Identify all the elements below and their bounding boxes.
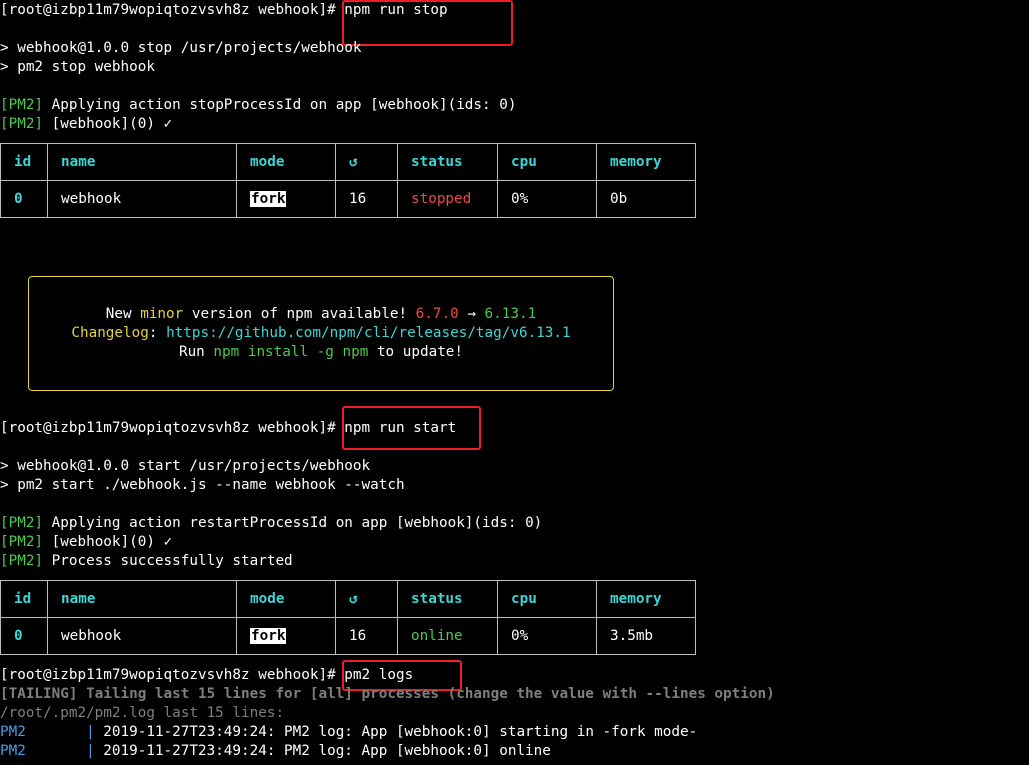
cell-name: webhook (47, 180, 237, 218)
mode-badge: fork (250, 191, 287, 207)
col-name: name (47, 143, 237, 181)
pm2-tag: [PM2] (0, 97, 44, 113)
cell-memory: 0b (596, 180, 696, 218)
cell-cpu: 0% (497, 180, 597, 218)
highlight-box-start (342, 406, 481, 450)
log-text: 2019-11-27T23:49:24: PM2 log: App [webho… (103, 724, 698, 740)
changelog-link[interactable]: https://github.com/npm/cli/releases/tag/… (166, 325, 571, 341)
mode-badge: fork (250, 628, 287, 644)
col-memory: memory (596, 580, 696, 618)
cell-name: webhook (47, 617, 237, 655)
cell-mode: fork (236, 617, 336, 655)
table-header-row: id name mode ↺ status cpu memory (0, 580, 696, 618)
table-row: 0 webhook fork 16 online 0% 3.5mb (0, 617, 696, 655)
pm2-tag: [PM2] (0, 534, 44, 550)
pm2-log-line: [PM2] Applying action stopProcessId on a… (0, 97, 517, 113)
pm2-tag: [PM2] (0, 553, 44, 569)
col-id: id (0, 580, 48, 618)
cell-restarts: 16 (335, 180, 398, 218)
cell-id: 0 (0, 617, 48, 655)
pm2-log-line: [PM2] Applying action restartProcessId o… (0, 515, 543, 531)
prompt-symbol: # (327, 667, 336, 683)
col-mode: mode (236, 143, 336, 181)
col-cpu: cpu (497, 580, 597, 618)
log-text: 2019-11-27T23:49:24: PM2 log: App [webho… (103, 743, 551, 759)
npm-update-notice: New minor version of npm available! 6.7.… (28, 276, 614, 391)
script-line: > webhook@1.0.0 start /usr/projects/webh… (0, 458, 371, 474)
cell-status: stopped (397, 180, 498, 218)
col-status: status (397, 143, 498, 181)
pm2-tag: [PM2] (0, 515, 44, 531)
cell-id: 0 (0, 180, 48, 218)
pm2-log-line: [PM2] [webhook](0) ✓ (0, 116, 173, 132)
logfile-line: /root/.pm2/pm2.log last 15 lines: (0, 705, 285, 721)
pm2-log-line: [PM2] [webhook](0) ✓ (0, 534, 173, 550)
cell-mode: fork (236, 180, 336, 218)
col-status: status (397, 580, 498, 618)
log-source: PM2 (0, 724, 26, 740)
script-line: > pm2 stop webhook (0, 59, 155, 75)
script-line: > webhook@1.0.0 stop /usr/projects/webho… (0, 40, 362, 56)
prompt-symbol: # (327, 2, 336, 18)
col-cpu: cpu (497, 143, 597, 181)
col-id: id (0, 143, 48, 181)
script-line: > pm2 start ./webhook.js --name webhook … (0, 477, 405, 493)
notice-line-changelog: Changelog: https://github.com/npm/cli/re… (71, 325, 571, 341)
pm2-log-line: [PM2] Process successfully started (0, 553, 293, 569)
col-memory: memory (596, 143, 696, 181)
shell-prompt: [root@izbp11m79wopiqtozvsvh8z webhook] (0, 420, 328, 436)
table-row: 0 webhook fork 16 stopped 0% 0b (0, 180, 696, 218)
table-header-row: id name mode ↺ status cpu memory (0, 143, 696, 181)
prompt-symbol: # (327, 420, 336, 436)
col-restarts: ↺ (335, 143, 398, 181)
log-source: PM2 (0, 743, 26, 759)
shell-prompt: [root@izbp11m79wopiqtozvsvh8z webhook] (0, 667, 328, 683)
cell-status: online (397, 617, 498, 655)
col-mode: mode (236, 580, 336, 618)
shell-prompt: [root@izbp11m79wopiqtozvsvh8z webhook] (0, 2, 328, 18)
cell-cpu: 0% (497, 617, 597, 655)
highlight-box-stop (342, 0, 513, 46)
col-restarts: ↺ (335, 580, 398, 618)
cell-memory: 3.5mb (596, 617, 696, 655)
install-command: npm install -g npm (213, 344, 369, 360)
process-table-stop: id name mode ↺ status cpu memory 0 webho… (0, 143, 696, 218)
cell-restarts: 16 (335, 617, 398, 655)
log-entry: PM2 | 2019-11-27T23:49:24: PM2 log: App … (0, 724, 698, 740)
notice-line-version: New minor version of npm available! 6.7.… (105, 306, 537, 322)
col-name: name (47, 580, 237, 618)
notice-line-run: Run npm install -g npm to update! (178, 344, 464, 360)
process-table-start: id name mode ↺ status cpu memory 0 webho… (0, 580, 696, 655)
pm2-tag: [PM2] (0, 116, 44, 132)
tailing-line: [TAILING] Tailing last 15 lines for [all… (0, 686, 775, 702)
log-entry: PM2 | 2019-11-27T23:49:24: PM2 log: App … (0, 743, 551, 759)
